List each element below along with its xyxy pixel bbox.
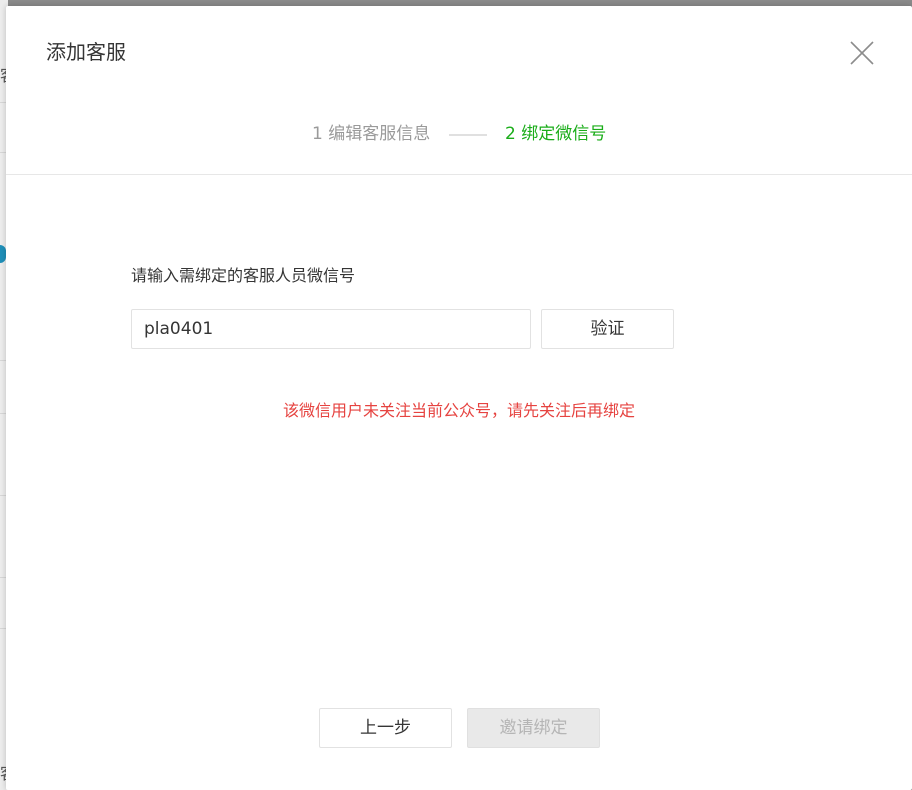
wechat-id-input[interactable] [131,309,531,349]
step-indicator: 1 编辑客服信息 2 绑定微信号 [6,120,912,148]
close-icon [850,41,874,65]
step-connector [449,134,487,136]
wechat-id-label: 请输入需绑定的客服人员微信号 [131,266,356,285]
add-customer-service-dialog: 添加客服 1 编辑客服信息 2 绑定微信号 请输入需绑定的客服人员微信号 验证 … [6,6,912,790]
previous-step-button[interactable]: 上一步 [319,708,452,748]
verify-button[interactable]: 验证 [541,309,674,349]
close-button[interactable] [846,37,878,69]
step-bind-wechat: 2 绑定微信号 [505,124,607,144]
header-divider [6,174,912,175]
error-message: 该微信用户未关注当前公众号，请先关注后再绑定 [282,401,635,420]
step-edit-info: 1 编辑客服信息 [312,124,431,144]
dialog-title: 添加客服 [46,40,126,64]
invite-bind-button[interactable]: 邀请绑定 [467,708,600,748]
